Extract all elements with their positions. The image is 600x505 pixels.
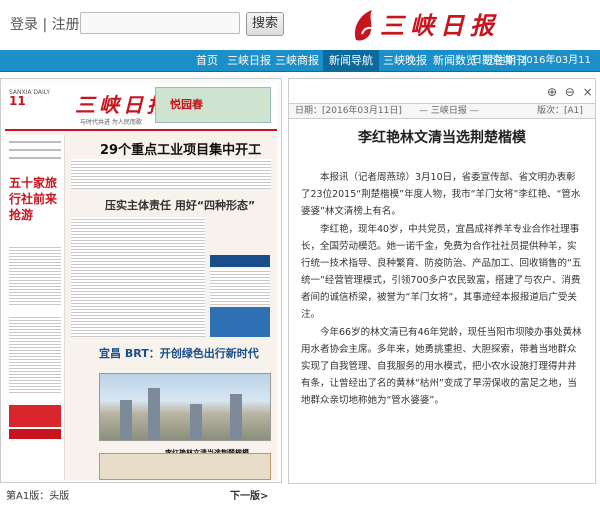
brand-title[interactable]: 三峡日报 bbox=[380, 6, 500, 41]
article-date: 日期：[2016年03月11日] bbox=[295, 106, 402, 116]
text-block bbox=[9, 315, 61, 395]
date-query-value[interactable]: 2016年03月11日 bbox=[520, 50, 600, 88]
nav-item-sanxia-daily[interactable]: 三峡日报 bbox=[226, 50, 272, 72]
nav-item-sanxia-business[interactable]: 三峡商报 bbox=[274, 50, 320, 72]
masthead-ad: 悦园春 bbox=[155, 87, 271, 123]
article-paragraph: 李红艳，现年40岁，中共党员，宜昌成祥养羊专业合作社理事长，全国劳动模范。她一诺… bbox=[301, 224, 582, 320]
divider bbox=[9, 157, 61, 159]
register-link[interactable]: 注册 bbox=[52, 17, 80, 33]
divider bbox=[9, 149, 61, 151]
text-block bbox=[210, 269, 270, 305]
headline-responsibility[interactable]: 压实主体责任 用好“四种形态” bbox=[105, 197, 255, 213]
text-block bbox=[71, 217, 205, 337]
article-body: 本报讯（记者周燕琼）3月10日，省委宣传部、省文明办表彰了23位2015“荆楚楷… bbox=[301, 169, 585, 410]
side-headline[interactable]: 五十家旅行社前来抢游 bbox=[9, 175, 63, 223]
building-shape bbox=[148, 388, 160, 440]
article-page-number: 版次：[A1] bbox=[537, 106, 583, 116]
main-nav: 首页 三峡日报 三峡商报 新闻导航 三峡晚报 新闻数览 过往期刊 日期查询： 2… bbox=[0, 50, 600, 88]
zoom-out-icon[interactable]: ⊖ bbox=[563, 85, 577, 99]
text-block bbox=[9, 245, 61, 305]
issue-box: SANXIA DAILY 11 bbox=[9, 89, 59, 123]
paper-masthead-slogan: 与时代共进 为人民而歌 bbox=[80, 119, 142, 126]
nav-item-home[interactable]: 首页 bbox=[190, 50, 224, 72]
brt-city-photo bbox=[99, 373, 271, 441]
building-shape bbox=[190, 404, 202, 440]
nav-item-news-guide[interactable]: 新闻导航 bbox=[323, 50, 379, 72]
top-bar: 登录 | 注册 搜索 三峡日报 bbox=[0, 0, 600, 48]
nav-item-sanxia-evening[interactable]: 三峡晚报 bbox=[382, 50, 428, 72]
issue-number: 11 bbox=[9, 94, 26, 108]
photo-caption-bar bbox=[210, 255, 270, 267]
login-register: 登录 | 注册 bbox=[10, 14, 80, 34]
zoom-in-icon[interactable]: ⊕ bbox=[545, 85, 559, 99]
paper-masthead: SANXIA DAILY 11 三峡日报 与时代共进 为人民而歌 悦园春 bbox=[5, 83, 277, 131]
left-advertisement-strip bbox=[9, 429, 61, 439]
page-navigation: 第A1版：头版 下一版> bbox=[0, 485, 282, 503]
article-title: 李红艳林文清当选荆楚楷模 bbox=[358, 130, 526, 146]
headline-industrial-projects[interactable]: 29个重点工业项目集中开工 bbox=[100, 139, 261, 158]
login-separator: | bbox=[42, 17, 48, 33]
text-block bbox=[71, 159, 271, 189]
article-meta-bar: 日期：[2016年03月11日] — 三峡日报 — 版次：[A1] bbox=[289, 103, 595, 119]
bottom-advertisement bbox=[99, 453, 271, 480]
next-page-link[interactable]: 下一版> bbox=[230, 487, 268, 502]
search-input[interactable] bbox=[80, 12, 240, 34]
masthead-ad-text: 悦园春 bbox=[170, 98, 203, 111]
date-query-label: 日期查询： bbox=[472, 55, 522, 66]
newspaper-page-preview[interactable]: SANXIA DAILY 11 三峡日报 与时代共进 为人民而歌 悦园春 五十家… bbox=[0, 78, 282, 483]
building-shape bbox=[120, 400, 132, 440]
article-controls: ⊕ ⊖ × bbox=[545, 85, 595, 99]
left-advertisement bbox=[9, 405, 61, 427]
building-shape bbox=[230, 394, 242, 440]
newspaper-page-image: SANXIA DAILY 11 三峡日报 与时代共进 为人民而歌 悦园春 五十家… bbox=[5, 83, 277, 480]
headline-brt[interactable]: 宜昌 BRT：开创绿色出行新时代 bbox=[99, 345, 259, 361]
article-panel: ⊕ ⊖ × 日期：[2016年03月11日] — 三峡日报 — 版次：[A1] … bbox=[288, 78, 596, 484]
close-icon[interactable]: × bbox=[581, 85, 595, 99]
search-button[interactable]: 搜索 bbox=[246, 12, 284, 36]
divider bbox=[9, 141, 61, 143]
current-page-label: 第A1版：头版 bbox=[6, 491, 70, 502]
article-paragraph: 今年66岁的林文清已有46年党龄，现任当阳市坝陵办事处黄林用水者协会主席。多年来… bbox=[301, 327, 582, 406]
login-link[interactable]: 登录 bbox=[10, 17, 38, 33]
photo-inset bbox=[210, 307, 270, 337]
article-paragraph: 本报讯（记者周燕琼）3月10日，省委宣传部、省文明办表彰了23位2015“荆楚楷… bbox=[301, 172, 581, 217]
article-paper-name: — 三峡日报 — bbox=[419, 106, 479, 116]
